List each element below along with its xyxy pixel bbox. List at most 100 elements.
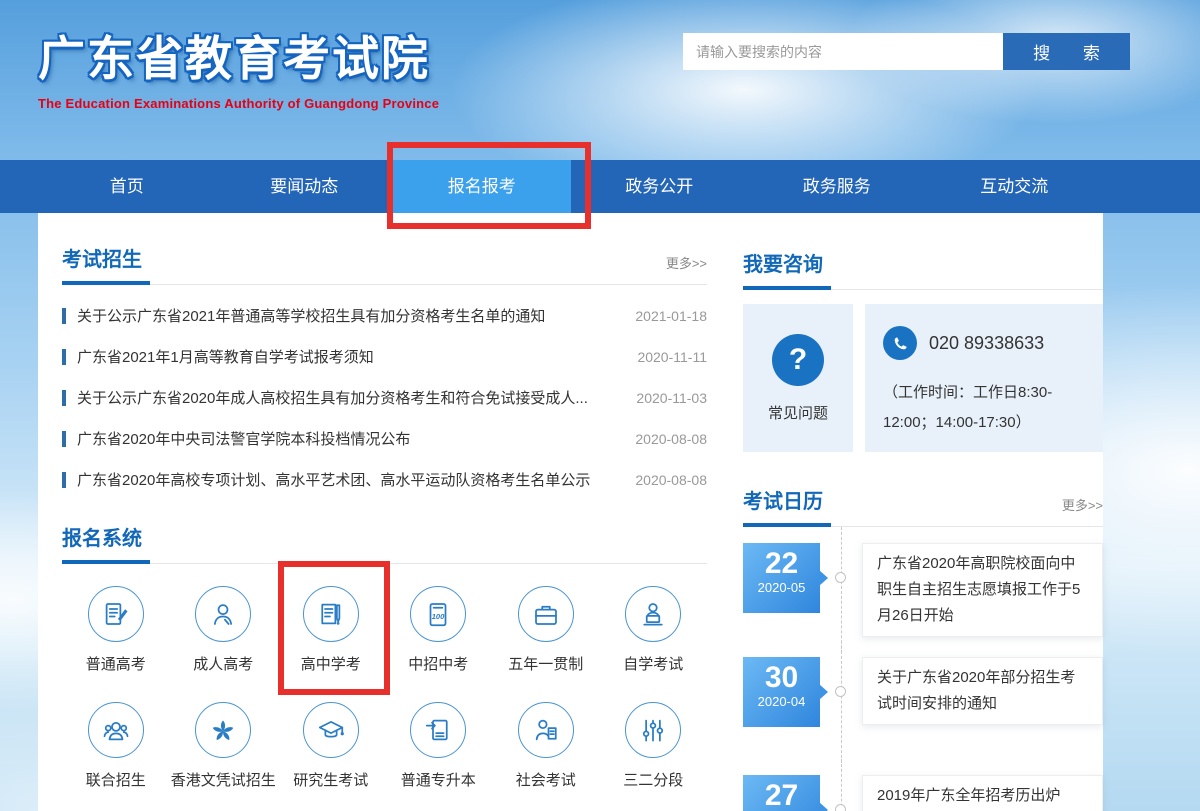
search-input[interactable] (683, 33, 1003, 70)
calendar-event-card[interactable]: 关于广东省2020年部分招生考试时间安排的通知 (862, 657, 1103, 725)
news-date: 2021-01-18 (635, 308, 707, 324)
system-item-segment[interactable]: 三二分段 (600, 702, 708, 790)
system-item-joint-admission[interactable]: 联合招生 (62, 702, 170, 790)
signup-systems-header: 报名系统 (62, 500, 707, 551)
system-item-postgraduate[interactable]: 研究生考试 (277, 702, 385, 790)
calendar-month: 2020-05 (743, 580, 820, 595)
page: 广东省教育考试院 The Education Examinations Auth… (0, 0, 1200, 811)
exam-news-list: 关于公示广东省2021年普通高等学校招生具有加分资格考生名单的通知 2021-0… (62, 295, 707, 500)
system-item-zhongkao[interactable]: 100 中招中考 (385, 586, 493, 674)
timeline-node-icon (835, 686, 846, 697)
news-bullet (62, 431, 66, 447)
system-item-label: 高中学考 (277, 653, 385, 674)
system-item-self-study[interactable]: 自学考试 (600, 586, 708, 674)
news-bullet (62, 349, 66, 365)
calendar-more-link[interactable]: 更多>> (1062, 495, 1103, 514)
system-item-hk-dse[interactable]: 香港文凭试招生 (170, 702, 278, 790)
calendar-list: 22 2020-05 广东省2020年高职院校面向中职生自主招生志愿填报工作于5… (743, 543, 1103, 811)
phone-row: 020 89338633 (883, 326, 1085, 360)
section-underline (743, 526, 1103, 527)
work-time-text: （工作时间：工作日8:30-12:00；14:00-17:30） (883, 378, 1085, 438)
calendar-date-badge: 27 2019-02 (743, 775, 820, 811)
score-card-icon: 100 (410, 586, 466, 642)
system-item-label: 三二分段 (600, 769, 708, 790)
doc-pen-icon (303, 586, 359, 642)
section-underline (743, 289, 1103, 290)
news-date: 2020-11-11 (637, 349, 707, 365)
section-underline (62, 284, 707, 285)
phone-icon (883, 326, 917, 360)
signup-systems-grid: 普通高考 成人高考 (62, 586, 707, 790)
calendar-date-badge: 22 2020-05 (743, 543, 820, 613)
news-bullet (62, 390, 66, 406)
system-item-label: 研究生考试 (277, 769, 385, 790)
person-doc-icon (518, 702, 574, 758)
news-title: 广东省2020年高校专项计划、高水平艺术团、高水平运动队资格考生名单公示 (77, 469, 617, 490)
nav-item-registration[interactable]: 报名报考 (393, 160, 571, 213)
calendar-date-badge: 30 2020-04 (743, 657, 820, 727)
phone-card: 020 89338633 （工作时间：工作日8:30-12:00；14:00-1… (865, 304, 1103, 452)
search-button[interactable]: 搜 索 (1003, 33, 1130, 70)
people-group-icon (88, 702, 144, 758)
calendar-item: 27 2019-02 2019年广东全年招考历出炉啦！快收好~ (743, 775, 1103, 811)
main-nav-inner: 首页 要闻动态 报名报考 政务公开 政务服务 互动交流 (38, 160, 1103, 213)
nav-item-home[interactable]: 首页 (38, 160, 216, 213)
system-item-xuekao[interactable]: 高中学考 (277, 586, 385, 674)
news-row[interactable]: 广东省2020年中央司法警官学院本科投档情况公布 2020-08-08 (62, 418, 707, 459)
svg-text:100: 100 (432, 612, 445, 621)
site-subtitle: The Education Examinations Authority of … (38, 96, 439, 111)
system-item-five-year[interactable]: 五年一贯制 (492, 586, 600, 674)
news-date: 2020-08-08 (635, 472, 707, 488)
faq-label: 常见问题 (768, 402, 828, 423)
news-date: 2020-08-08 (635, 431, 707, 447)
consult-header: 我要咨询 (743, 213, 1103, 277)
system-item-label: 联合招生 (62, 769, 170, 790)
phone-number: 020 89338633 (929, 333, 1044, 354)
calendar-timeline (820, 657, 862, 747)
nav-item-gov-affairs[interactable]: 政务公开 (571, 160, 749, 213)
system-item-upgrade[interactable]: 普通专升本 (385, 702, 493, 790)
system-item-label: 普通高考 (62, 653, 170, 674)
right-column: 我要咨询 ? 常见问题 020 89338633 (743, 213, 1103, 811)
briefcase-icon (518, 586, 574, 642)
system-item-adult-gaokao[interactable]: 成人高考 (170, 586, 278, 674)
news-bullet (62, 472, 66, 488)
calendar-item: 22 2020-05 广东省2020年高职院校面向中职生自主招生志愿填报工作于5… (743, 543, 1103, 637)
system-item-label: 香港文凭试招生 (170, 769, 278, 790)
timeline-dash-line (841, 641, 842, 763)
nav-item-interaction[interactable]: 互动交流 (926, 160, 1104, 213)
calendar-event-card[interactable]: 2019年广东全年招考历出炉啦！快收好~ (862, 775, 1103, 811)
system-item-label: 自学考试 (600, 653, 708, 674)
exam-news-more-link[interactable]: 更多>> (666, 253, 707, 272)
calendar-month: 2020-04 (743, 694, 820, 709)
nav-item-news[interactable]: 要闻动态 (216, 160, 394, 213)
calendar-day: 22 (743, 548, 820, 580)
calendar-day: 27 (743, 780, 820, 811)
news-row[interactable]: 关于公示广东省2021年普通高等学校招生具有加分资格考生名单的通知 2021-0… (62, 295, 707, 336)
main-nav: 首页 要闻动态 报名报考 政务公开 政务服务 互动交流 (0, 160, 1200, 213)
main-content: 考试招生 更多>> 关于公示广东省2021年普通高等学校招生具有加分资格考生名单… (38, 213, 1103, 811)
faq-card[interactable]: ? 常见问题 (743, 304, 853, 452)
timeline-node-icon (835, 804, 846, 811)
news-title: 关于公示广东省2020年成人高校招生具有加分资格考生和符合免试接受成人... (77, 387, 618, 408)
calendar-item: 30 2020-04 关于广东省2020年部分招生考试时间安排的通知 (743, 657, 1103, 747)
exam-news-title: 考试招生 (62, 243, 142, 272)
calendar-header: 考试日历 更多>> (743, 452, 1103, 514)
graduation-cap-icon (303, 702, 359, 758)
calendar-title: 考试日历 (743, 485, 823, 514)
person-laptop-icon (625, 586, 681, 642)
system-item-social-exam[interactable]: 社会考试 (492, 702, 600, 790)
calendar-day: 30 (743, 662, 820, 694)
nav-item-gov-services[interactable]: 政务服务 (748, 160, 926, 213)
news-row[interactable]: 广东省2020年高校专项计划、高水平艺术团、高水平运动队资格考生名单公示 202… (62, 459, 707, 500)
system-item-label: 中招中考 (385, 653, 493, 674)
exam-news-header: 考试招生 更多>> (62, 213, 707, 272)
system-item-label: 五年一贯制 (492, 653, 600, 674)
calendar-event-card[interactable]: 广东省2020年高职院校面向中职生自主招生志愿填报工作于5月26日开始 (862, 543, 1103, 637)
sliders-icon (625, 702, 681, 758)
news-row[interactable]: 关于公示广东省2020年成人高校招生具有加分资格考生和符合免试接受成人... 2… (62, 377, 707, 418)
system-item-gaokao[interactable]: 普通高考 (62, 586, 170, 674)
news-row[interactable]: 广东省2021年1月高等教育自学考试报考须知 2020-11-11 (62, 336, 707, 377)
news-bullet (62, 308, 66, 324)
news-title: 广东省2021年1月高等教育自学考试报考须知 (77, 346, 619, 367)
